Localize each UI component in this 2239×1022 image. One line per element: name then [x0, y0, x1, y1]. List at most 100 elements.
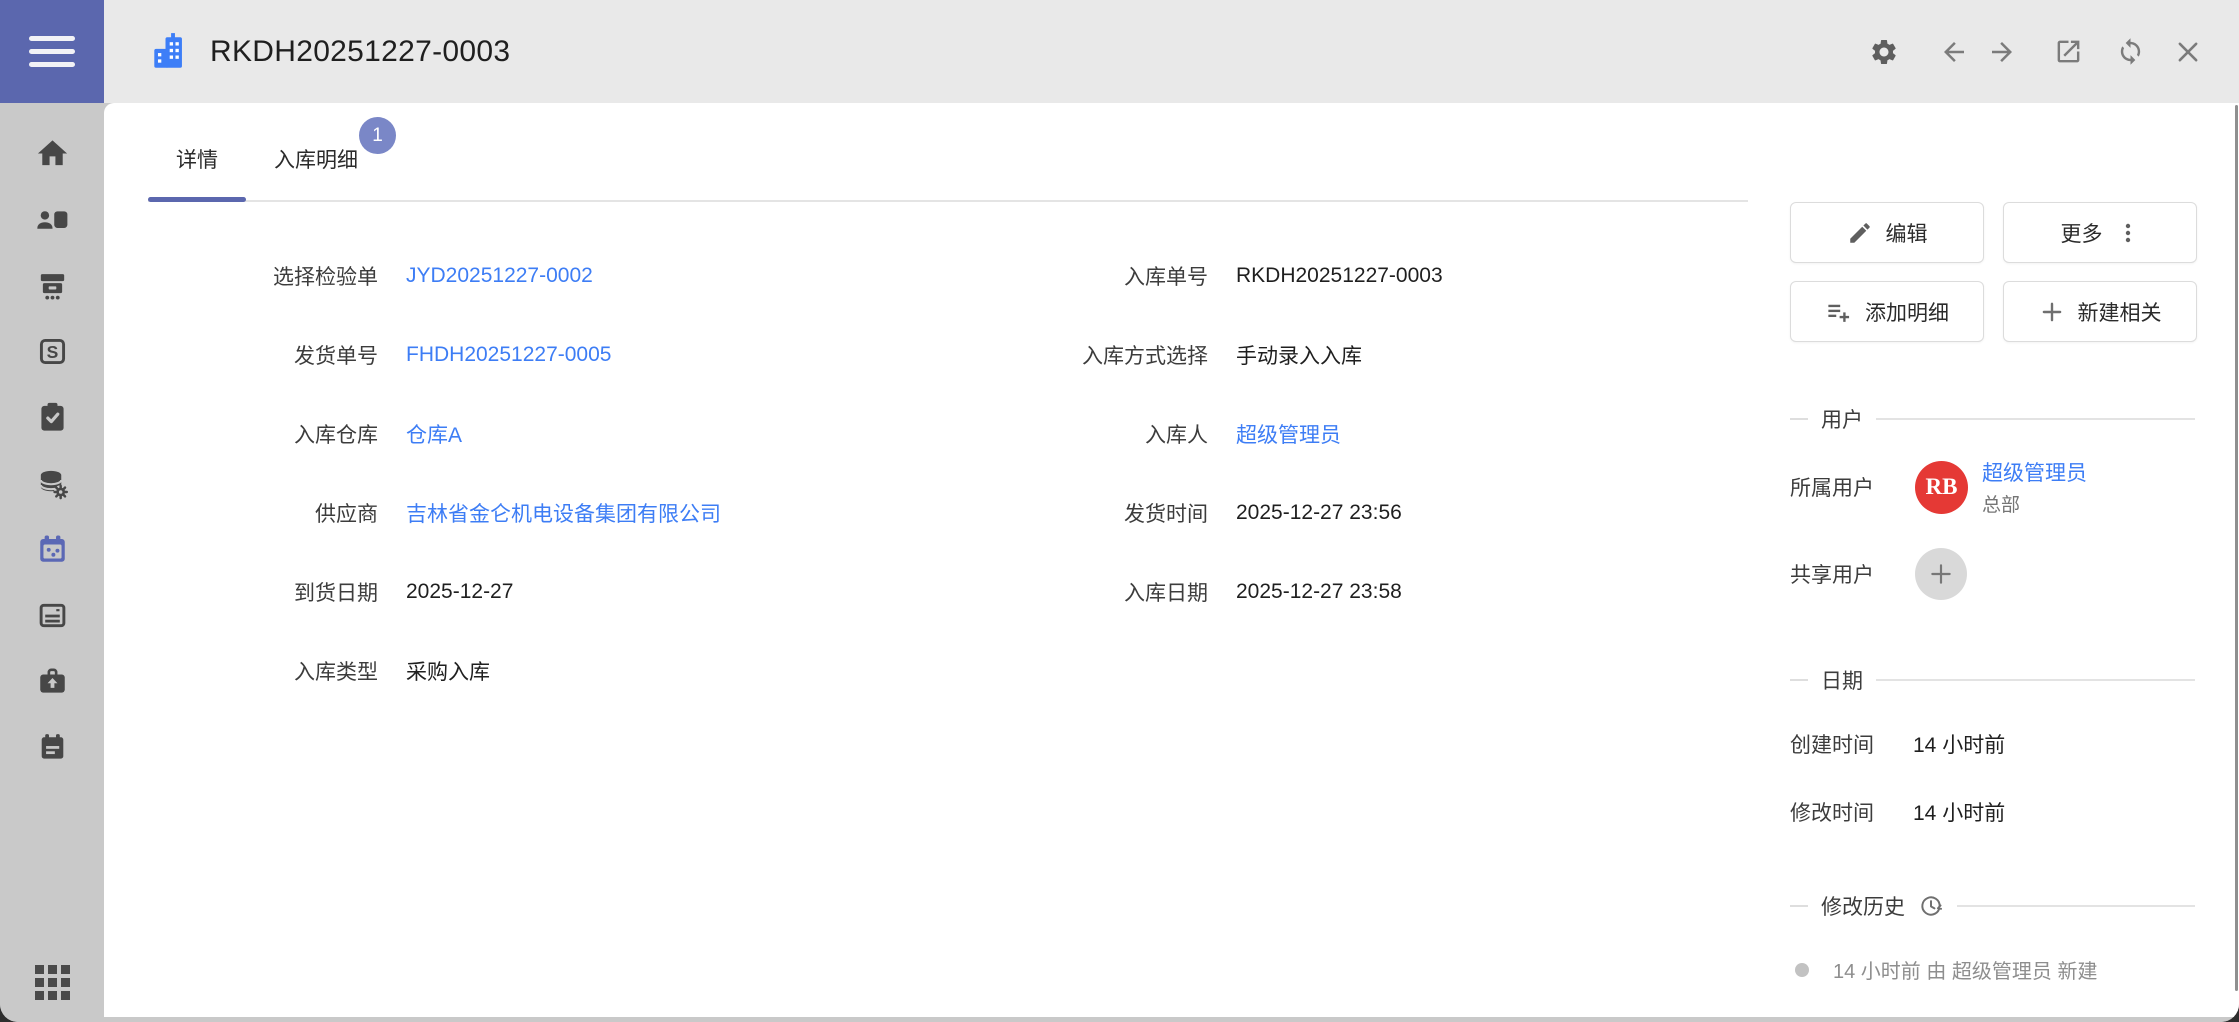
- field-label: 入库类型: [148, 656, 378, 686]
- database-gear-icon[interactable]: [35, 466, 70, 501]
- field-label: 入库日期: [978, 577, 1208, 607]
- create-related-button-label: 新建相关: [2078, 297, 2162, 327]
- field-label: 发货单号: [148, 340, 378, 370]
- building-icon: [148, 31, 190, 73]
- form-row: 发货单号 FHDH20251227-0005: [148, 315, 978, 394]
- form-row: 入库方式选择 手动录入入库: [978, 315, 1775, 394]
- forward-arrow-icon[interactable]: [1985, 35, 2019, 69]
- plus-icon: [1928, 561, 1954, 587]
- form-row: 到货日期 2025-12-27: [148, 552, 978, 631]
- created-time-label: 创建时间: [1790, 729, 1913, 759]
- detail-pane: 详情 入库明细 1 选择检验单 JYD20251227-0002: [104, 103, 1775, 1017]
- inventory-box-icon[interactable]: [35, 268, 70, 303]
- field-value: RKDH20251227-0003: [1236, 264, 1443, 288]
- owner-label: 所属用户: [1790, 472, 1915, 502]
- history-section-title: 修改历史: [1821, 891, 1905, 921]
- date-section-header: 日期: [1790, 665, 2195, 695]
- form-row: 选择检验单 JYD20251227-0002: [148, 236, 978, 315]
- side-panel: 编辑 更多 添加明细 新建相关 用户: [1775, 103, 2239, 1017]
- form-row: 入库人 超级管理员: [978, 394, 1775, 473]
- modified-time-row: 修改时间 14 小时前: [1790, 797, 2239, 827]
- titlebar: RKDH20251227-0003: [104, 0, 2239, 103]
- tab-inbound-items[interactable]: 入库明细 1: [246, 103, 386, 200]
- field-label: 入库方式选择: [978, 340, 1208, 370]
- add-detail-button[interactable]: 添加明细: [1790, 281, 1984, 342]
- field-label: 入库单号: [978, 261, 1208, 291]
- titlebar-actions: [1867, 35, 2205, 69]
- playlist-add-icon: [1825, 298, 1852, 325]
- more-button[interactable]: 更多: [2003, 202, 2197, 263]
- app-window: RKDH20251227-0003 S: [0, 0, 2239, 1022]
- form-row: 入库仓库 仓库A: [148, 394, 978, 473]
- main-area: 详情 入库明细 1 选择检验单 JYD20251227-0002: [104, 103, 2239, 1022]
- clock-history-icon: [1918, 893, 1944, 919]
- records-icon[interactable]: [35, 598, 70, 633]
- action-buttons: 编辑 更多 添加明细 新建相关: [1790, 202, 2239, 342]
- field-label: 供应商: [148, 498, 378, 528]
- history-section-header: 修改历史: [1790, 891, 2195, 921]
- contacts-icon[interactable]: [35, 202, 70, 237]
- field-label: 选择检验单: [148, 261, 378, 291]
- tab-count-badge: 1: [359, 117, 396, 154]
- history-item-text: 14 小时前 由 超级管理员 新建: [1833, 955, 2097, 984]
- owner-org: 总部: [1982, 490, 2087, 517]
- owner-user-row: 所属用户 RB 超级管理员 总部: [1790, 457, 2239, 517]
- detail-form: 选择检验单 JYD20251227-0002 发货单号 FHDH20251227…: [148, 202, 1775, 710]
- tab-detail-label: 详情: [176, 144, 218, 174]
- form-row: 入库类型 采购入库: [148, 631, 978, 710]
- add-detail-button-label: 添加明细: [1865, 297, 1949, 327]
- tab-detail[interactable]: 详情: [148, 103, 246, 200]
- hamburger-menu-button[interactable]: [0, 0, 104, 103]
- more-button-label: 更多: [2061, 218, 2103, 248]
- svg-text:S: S: [46, 342, 58, 362]
- open-in-new-icon[interactable]: [2051, 35, 2085, 69]
- edit-button-label: 编辑: [1886, 218, 1928, 248]
- field-value-link[interactable]: 超级管理员: [1236, 419, 1341, 449]
- create-related-button[interactable]: 新建相关: [2003, 281, 2197, 342]
- add-shared-user-button[interactable]: [1915, 548, 1967, 600]
- refresh-icon[interactable]: [2113, 35, 2147, 69]
- apps-grid-icon[interactable]: [0, 965, 104, 1000]
- calendar-schedule-icon[interactable]: [35, 532, 70, 567]
- tab-inbound-items-label: 入库明细: [274, 144, 358, 174]
- vertical-scrollbar[interactable]: [2235, 105, 2238, 991]
- field-label: 到货日期: [148, 577, 378, 607]
- shared-user-row: 共享用户: [1790, 548, 2239, 600]
- hamburger-icon: [29, 36, 75, 67]
- modified-time-value: 14 小时前: [1913, 797, 2005, 827]
- more-dots-icon: [2116, 221, 2140, 245]
- field-label: 发货时间: [978, 498, 1208, 528]
- form-row: 入库单号 RKDH20251227-0003: [978, 236, 1775, 315]
- settings-gear-icon[interactable]: [1867, 35, 1901, 69]
- form-row: 入库日期 2025-12-27 23:58: [978, 552, 1775, 631]
- field-value: 采购入库: [406, 656, 490, 686]
- created-time-row: 创建时间 14 小时前: [1790, 729, 2239, 759]
- field-value-link[interactable]: FHDH20251227-0005: [406, 343, 611, 367]
- close-icon[interactable]: [2171, 35, 2205, 69]
- modified-time-label: 修改时间: [1790, 797, 1913, 827]
- plus-icon: [2039, 299, 2065, 325]
- task-check-icon[interactable]: [35, 400, 70, 435]
- back-arrow-icon[interactable]: [1937, 35, 1971, 69]
- tab-bar: 详情 入库明细 1: [148, 103, 1748, 202]
- field-label: 入库仓库: [148, 419, 378, 449]
- owner-name-link[interactable]: 超级管理员: [1982, 457, 2087, 487]
- pencil-icon: [1847, 220, 1873, 246]
- avatar[interactable]: RB: [1915, 461, 1968, 514]
- field-label: 入库人: [978, 419, 1208, 449]
- history-item: 14 小时前 由 超级管理员 新建: [1790, 955, 2239, 984]
- page-title: RKDH20251227-0003: [210, 35, 510, 69]
- field-value: 手动录入入库: [1236, 340, 1362, 370]
- form-row: 发货时间 2025-12-27 23:56: [978, 473, 1775, 552]
- field-value-link[interactable]: 吉林省金仑机电设备集团有限公司: [406, 498, 721, 528]
- history-bullet-icon: [1795, 963, 1809, 977]
- briefcase-upload-icon[interactable]: [35, 664, 70, 699]
- s-module-icon[interactable]: S: [35, 334, 70, 369]
- home-icon[interactable]: [35, 136, 70, 171]
- field-value-link[interactable]: JYD20251227-0002: [406, 264, 593, 288]
- field-value-link[interactable]: 仓库A: [406, 419, 462, 449]
- created-time-value: 14 小时前: [1913, 729, 2005, 759]
- notes-icon[interactable]: [35, 730, 70, 765]
- sidebar: S: [0, 103, 104, 1022]
- edit-button[interactable]: 编辑: [1790, 202, 1984, 263]
